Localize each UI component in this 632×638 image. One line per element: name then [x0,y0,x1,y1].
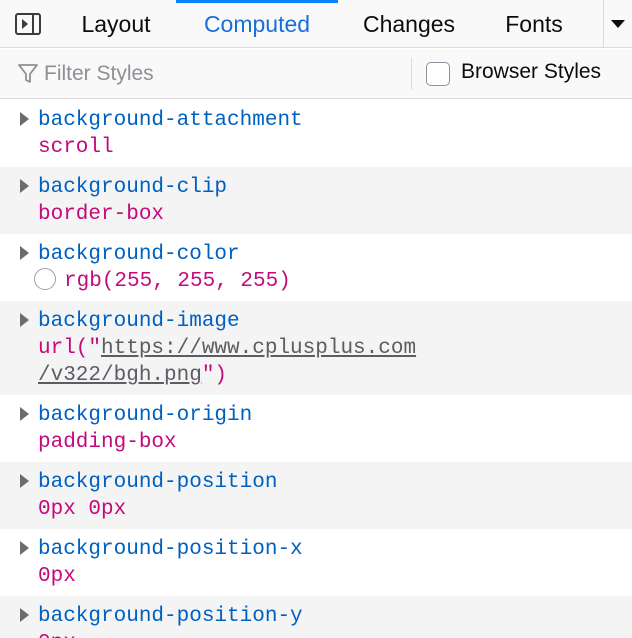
browser-styles-label[interactable]: Browser Styles [461,60,601,84]
sidebar-toggle-icon [15,13,41,35]
url-link-part-2[interactable]: /v322/bgh.png [38,364,202,387]
computed-properties-list: background-attachment scroll background-… [0,100,632,638]
url-prefix: url(" [38,337,102,360]
property-row[interactable]: background-origin padding-box [0,395,632,462]
toolbar-divider [411,58,412,90]
tab-layout-label: Layout [81,10,151,37]
property-value: padding-box [38,431,177,454]
tab-layout[interactable]: Layout [62,0,170,48]
tab-bar: Layout Computed Changes Fonts [0,0,632,48]
property-row[interactable]: background-position 0px 0px [0,462,632,529]
filter-icon [18,64,38,83]
property-name: background-clip [38,176,228,199]
url-suffix: ") [201,364,228,387]
property-value: border-box [38,203,165,226]
expand-twisty-icon[interactable] [20,608,29,622]
tab-fonts[interactable]: Fonts [484,0,584,48]
expand-twisty-icon[interactable] [20,179,29,193]
property-name: background-image [38,310,240,333]
property-row[interactable]: background-attachment scroll [0,100,632,167]
property-name: background-origin [38,404,253,427]
property-name: background-color [38,243,240,266]
url-link-part-1[interactable]: https://www.cplusplus.com [101,337,416,360]
browser-styles-checkbox[interactable] [426,62,450,86]
property-value: scroll [38,136,114,159]
tab-changes-label: Changes [362,10,456,37]
property-value: 0px [38,565,76,588]
chevron-down-icon [611,20,625,28]
tab-changes[interactable]: Changes [344,0,474,48]
property-value-line: rgb(255, 255, 255) [34,268,632,295]
property-row[interactable]: background-clip border-box [0,167,632,234]
property-value-url-line-2: /v322/bgh.png") [38,362,632,389]
tab-fonts-label: Fonts [505,10,563,37]
expand-twisty-icon[interactable] [20,246,29,260]
tab-computed[interactable]: Computed [176,0,338,48]
expand-twisty-icon[interactable] [20,407,29,421]
property-row[interactable]: background-image url("https://www.cplusp… [0,301,632,395]
property-value: 0px [38,630,632,638]
expand-twisty-icon[interactable] [20,474,29,488]
tabs-overflow-button[interactable] [603,0,632,48]
filter-styles-input[interactable] [44,57,404,91]
property-name: background-position-y [38,605,303,628]
property-value-url-line-1: url("https://www.cplusplus.com [38,335,632,362]
toggle-sidebar-button[interactable] [0,0,56,48]
property-name: background-attachment [38,109,303,132]
property-row[interactable]: background-position-y 0px [0,596,632,638]
property-row[interactable]: background-color rgb(255, 255, 255) [0,234,632,301]
expand-twisty-icon[interactable] [20,313,29,327]
tab-computed-label: Computed [203,10,311,37]
property-value: 0px 0px [38,498,127,521]
property-value: rgb(255, 255, 255) [64,270,291,293]
expand-twisty-icon[interactable] [20,112,29,126]
expand-twisty-icon[interactable] [20,541,29,555]
property-name: background-position [38,471,278,494]
property-name: background-position-x [38,538,303,561]
color-swatch[interactable] [34,268,56,290]
filter-toolbar: Browser Styles [0,49,632,99]
property-row[interactable]: background-position-x 0px [0,529,632,596]
